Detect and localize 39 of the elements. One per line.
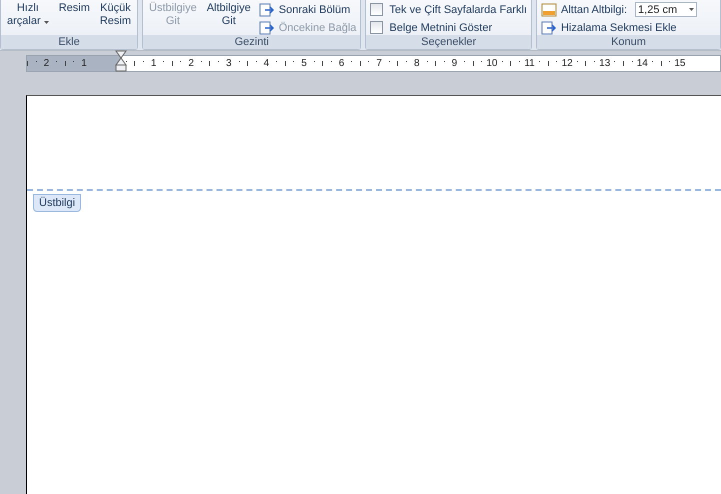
ruler-number: 14 <box>636 58 648 69</box>
group-label: Seçenekler <box>366 35 531 49</box>
ruler-number: 1 <box>80 58 88 69</box>
page-arrow-icon <box>540 20 557 34</box>
caret-icon[interactable] <box>689 8 694 11</box>
ribbon-button[interactable]: Sonraki Bölüm <box>258 2 356 17</box>
group-label: Gezinti <box>143 35 360 49</box>
ruler-number: 15 <box>674 58 686 69</box>
ribbon-button[interactable]: Hizalama Sekmesi Ekle <box>540 20 698 35</box>
ruler-number: 7 <box>375 58 383 69</box>
ruler-number: 6 <box>338 58 346 69</box>
spin-field[interactable]: 1,25 cm <box>635 2 698 17</box>
page-arrow-icon <box>258 20 275 34</box>
ruler-number: 8 <box>412 58 421 69</box>
ruler-number: 4 <box>262 58 270 69</box>
page-arrow-icon <box>258 2 275 16</box>
ruler-number: 11 <box>524 58 536 69</box>
ruler-number: 9 <box>450 58 458 69</box>
checkbox-label: Tek ve Çift Sayfalarda Farklı <box>389 4 527 16</box>
indent-marker-icon[interactable] <box>115 50 127 72</box>
ruler-number: 2 <box>187 58 195 69</box>
footer-position-icon <box>540 2 557 16</box>
group-label: Ekle <box>1 35 138 49</box>
checkbox-label: Belge Metnini Göster <box>389 22 492 34</box>
ribbon-button[interactable]: Küçük Resim <box>98 2 134 28</box>
checkbox[interactable] <box>370 3 384 16</box>
ruler-number: 2 <box>42 58 50 69</box>
ruler-number: 3 <box>225 58 233 69</box>
header-tag: Üstbilgi <box>33 194 82 212</box>
ruler-number: 1 <box>150 58 158 69</box>
ruler-number: 12 <box>561 58 574 69</box>
field-label: Alttan Altbilgi: <box>560 4 628 16</box>
ruler-number: 13 <box>598 58 611 69</box>
ruler-number: 5 <box>300 58 308 69</box>
ruler-number: 10 <box>486 58 498 69</box>
checkbox[interactable] <box>370 21 384 34</box>
ribbon-button[interactable]: Altbilgiye Git <box>204 2 253 28</box>
ribbon-button[interactable]: Hızlı arçalar <box>5 2 51 28</box>
ribbon-button[interactable]: Resim <box>56 2 92 15</box>
